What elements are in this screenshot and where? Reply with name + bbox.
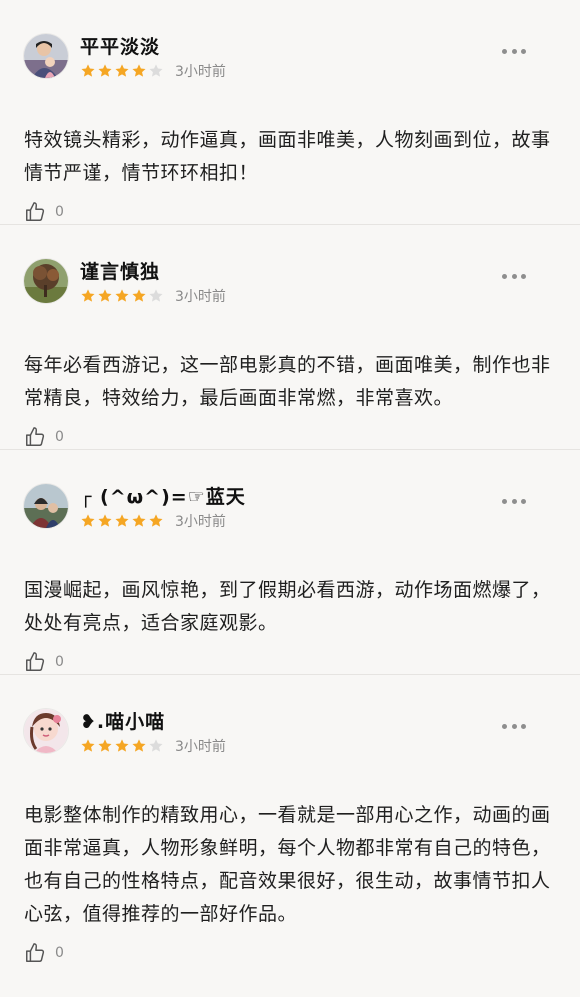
- review-meta: 3小时前: [80, 737, 226, 755]
- review-actions: 0: [24, 939, 556, 997]
- review-header: 平平淡淡 3小时前: [24, 0, 556, 80]
- timestamp: 3小时前: [175, 739, 226, 755]
- more-options-button[interactable]: [502, 494, 526, 508]
- username[interactable]: 谨言慎独: [80, 257, 160, 284]
- star-filled-icon: [97, 63, 113, 79]
- review-header: ❥.喵小喵 3小时前: [24, 675, 556, 755]
- like-button[interactable]: 0: [24, 201, 64, 223]
- avatar[interactable]: [24, 34, 68, 78]
- like-button[interactable]: 0: [24, 651, 64, 673]
- rating-stars: [80, 63, 165, 79]
- review-header: ┌ (^ω^)=☞蓝天 3小时前: [24, 450, 556, 530]
- review-item: 平平淡淡 3小时前 特效镜头精彩，动作逼真，画面非唯美，人物刻画到位，故事情节严…: [0, 0, 580, 225]
- star-filled-icon: [131, 63, 147, 79]
- more-options-button[interactable]: [502, 719, 526, 733]
- like-count: 0: [55, 429, 64, 445]
- star-filled-icon: [80, 63, 96, 79]
- review-text: 特效镜头精彩，动作逼真，画面非唯美，人物刻画到位，故事情节严谨，情节环环相扣！: [24, 129, 551, 184]
- more-dot-icon: [511, 498, 517, 504]
- star-filled-icon: [80, 513, 96, 529]
- thumbs-up-icon: [24, 651, 46, 673]
- star-filled-icon: [131, 288, 147, 304]
- review-meta: 3小时前: [80, 287, 226, 305]
- star-filled-icon: [114, 513, 130, 529]
- review-item: ┌ (^ω^)=☞蓝天 3小时前 国漫崛起，画风惊艳，到了假期必看西游，动作场面…: [0, 450, 580, 675]
- star-filled-icon: [80, 288, 96, 304]
- username[interactable]: 平平淡淡: [80, 32, 160, 59]
- more-dot-icon: [521, 48, 526, 54]
- thumbs-up-icon: [24, 942, 46, 964]
- rating-stars: [80, 288, 165, 304]
- star-empty-icon: [148, 288, 164, 304]
- review-feed: 平平淡淡 3小时前 特效镜头精彩，动作逼真，画面非唯美，人物刻画到位，故事情节严…: [0, 0, 580, 962]
- like-button[interactable]: 0: [24, 942, 64, 964]
- timestamp: 3小时前: [175, 289, 226, 305]
- more-dot-icon: [511, 273, 517, 279]
- star-filled-icon: [97, 738, 113, 754]
- review-meta: 3小时前: [80, 512, 226, 530]
- star-filled-icon: [80, 738, 96, 754]
- timestamp: 3小时前: [175, 64, 226, 80]
- star-filled-icon: [131, 738, 147, 754]
- rating-stars: [80, 738, 165, 754]
- review-text: 每年必看西游记，这一部电影真的不错，画面唯美，制作也非常精良，特效给力，最后画面…: [24, 354, 551, 409]
- more-dot-icon: [511, 48, 517, 54]
- more-dot-icon: [521, 273, 526, 279]
- review-item: 谨言慎独 3小时前 每年必看西游记，这一部电影真的不错，画面唯美，制作也非常精良…: [0, 225, 580, 450]
- avatar[interactable]: [24, 709, 68, 753]
- username[interactable]: ❥.喵小喵: [80, 707, 165, 734]
- review-text: 电影整体制作的精致用心，一看就是一部用心之作，动画的画面非常逼真，人物形象鲜明，…: [24, 804, 551, 925]
- like-count: 0: [55, 654, 64, 670]
- more-dot-icon: [511, 723, 517, 729]
- more-dot-icon: [502, 723, 507, 729]
- more-dot-icon: [521, 498, 526, 504]
- star-empty-icon: [148, 738, 164, 754]
- avatar[interactable]: [24, 259, 68, 303]
- star-filled-icon: [97, 513, 113, 529]
- more-dot-icon: [502, 273, 507, 279]
- star-filled-icon: [114, 63, 130, 79]
- avatar[interactable]: [24, 484, 68, 528]
- more-options-button[interactable]: [502, 44, 526, 58]
- thumbs-up-icon: [24, 201, 46, 223]
- timestamp: 3小时前: [175, 514, 226, 530]
- star-filled-icon: [114, 738, 130, 754]
- like-count: 0: [55, 945, 64, 961]
- username[interactable]: ┌ (^ω^)=☞蓝天: [80, 482, 246, 509]
- star-filled-icon: [148, 513, 164, 529]
- review-item: ❥.喵小喵 3小时前 电影整体制作的精致用心，一看就是一部用心之作，动画的画面非…: [0, 675, 580, 962]
- rating-stars: [80, 513, 165, 529]
- review-text: 国漫崛起，画风惊艳，到了假期必看西游，动作场面燃爆了，处处有亮点，适合家庭观影。: [24, 579, 551, 634]
- like-button[interactable]: 0: [24, 426, 64, 448]
- review-header: 谨言慎独 3小时前: [24, 225, 556, 305]
- star-filled-icon: [114, 288, 130, 304]
- star-filled-icon: [97, 288, 113, 304]
- star-empty-icon: [148, 63, 164, 79]
- like-count: 0: [55, 204, 64, 220]
- thumbs-up-icon: [24, 426, 46, 448]
- star-filled-icon: [131, 513, 147, 529]
- more-dot-icon: [521, 723, 526, 729]
- review-meta: 3小时前: [80, 62, 226, 80]
- more-options-button[interactable]: [502, 269, 526, 283]
- more-dot-icon: [502, 48, 507, 54]
- more-dot-icon: [502, 498, 507, 504]
